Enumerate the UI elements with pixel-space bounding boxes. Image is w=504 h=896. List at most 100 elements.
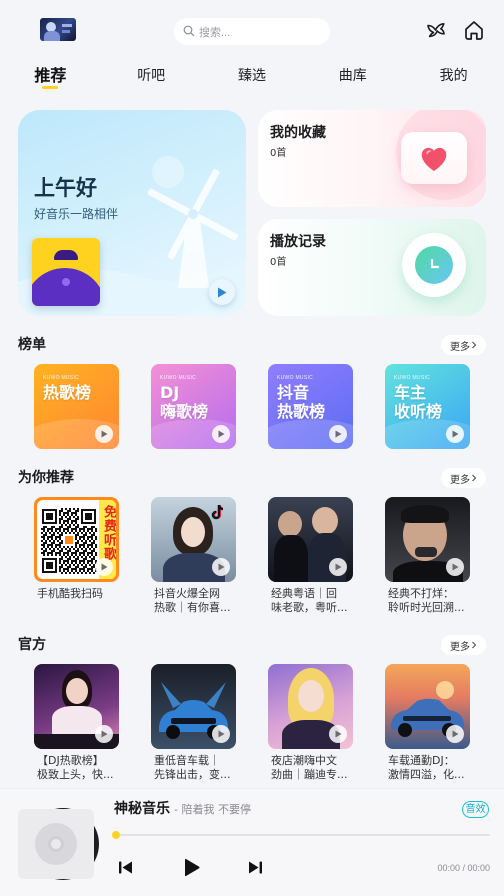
history-title: 播放记录 xyxy=(270,234,326,250)
play-icon[interactable] xyxy=(212,425,230,443)
play-icon[interactable] xyxy=(446,725,464,743)
chart-name: 热歌榜 xyxy=(43,383,92,402)
chart-card-hot[interactable]: KUWO MUSIC 热歌榜 xyxy=(34,364,119,449)
play-icon[interactable] xyxy=(329,558,347,576)
sound-effect-button[interactable]: 音效 xyxy=(462,801,489,818)
search-placeholder: 搜索... xyxy=(199,26,231,39)
playlist-cover[interactable] xyxy=(268,664,353,749)
previous-button[interactable] xyxy=(117,859,133,875)
next-icon xyxy=(248,861,262,873)
favorites-title: 我的收藏 xyxy=(270,125,326,141)
tab-label: 臻选 xyxy=(237,68,266,84)
mini-player: 神秘音乐 - 陪着我 不要停 音效 00:00 / 00:00 xyxy=(0,788,504,896)
history-card[interactable]: 播放记录 0首 xyxy=(258,219,486,316)
chart-name: 抖音 热歌榜 xyxy=(277,383,326,421)
playlist-caption[interactable]: 重低音车载｜ 先锋出击，变... xyxy=(154,754,248,782)
now-playing-cover[interactable] xyxy=(18,809,94,879)
play-icon[interactable] xyxy=(446,425,464,443)
playlist-caption[interactable]: 抖音火爆全网 热歌｜有你喜... xyxy=(154,587,248,615)
tab-bar: 推荐 听吧 臻选 曲库 我的 xyxy=(0,64,504,92)
section-title: 为你推荐 xyxy=(18,470,74,486)
tab-label: 听吧 xyxy=(137,68,166,84)
avatar[interactable] xyxy=(40,18,76,41)
now-playing-title[interactable]: 神秘音乐 - 陪着我 不要停 xyxy=(114,800,251,819)
play-icon[interactable] xyxy=(329,425,347,443)
chart-card-dj[interactable]: KUWO MUSIC DJ 嗨歌榜 xyxy=(151,364,236,449)
official-section-header: 官方 更多 xyxy=(18,635,486,655)
album-cover[interactable] xyxy=(32,238,100,306)
play-icon xyxy=(218,287,227,297)
tab-recommend[interactable]: 推荐 xyxy=(0,64,101,92)
more-label: 更多 xyxy=(450,641,470,653)
tab-mine[interactable]: 我的 xyxy=(403,64,504,92)
favorites-count: 0首 xyxy=(270,148,287,159)
brand-tag: KUWO MUSIC xyxy=(277,375,314,381)
play-icon[interactable] xyxy=(95,725,113,743)
chart-card-douyin[interactable]: KUWO MUSIC 抖音 热歌榜 xyxy=(268,364,353,449)
home-icon[interactable] xyxy=(462,18,486,42)
next-button[interactable] xyxy=(247,859,263,875)
progress-handle[interactable] xyxy=(112,831,120,839)
playlist-cover[interactable] xyxy=(385,497,470,582)
charts-section-header: 榜单 更多 xyxy=(18,335,486,355)
bird-icon[interactable] xyxy=(425,19,449,43)
qr-code-icon xyxy=(41,508,97,574)
greeting-title: 上午好 xyxy=(34,176,97,200)
playlist-cover[interactable] xyxy=(34,664,119,749)
greeting-subtitle: 好音乐一路相伴 xyxy=(34,207,119,221)
play-icon[interactable] xyxy=(95,425,113,443)
playback-time: 00:00 / 00:00 xyxy=(437,863,490,873)
section-title: 榜单 xyxy=(18,337,46,353)
play-icon[interactable] xyxy=(212,558,230,576)
more-label: 更多 xyxy=(450,341,470,353)
play-icon[interactable] xyxy=(212,725,230,743)
chevron-right-icon xyxy=(472,641,477,649)
tab-indicator xyxy=(42,86,58,89)
play-icon[interactable] xyxy=(329,725,347,743)
playlist-caption[interactable]: 手机酷我扫码 xyxy=(37,587,131,601)
tiktok-icon xyxy=(211,504,224,520)
play-button[interactable] xyxy=(209,279,235,305)
playlist-caption[interactable]: 车载通勤DJ： 激情四溢，化... xyxy=(388,754,482,782)
recommend-more-button[interactable]: 更多 xyxy=(441,468,486,488)
playlist-caption[interactable]: 夜店潮嗨中文 劲曲｜蹦迪专... xyxy=(271,754,365,782)
tab-listen[interactable]: 听吧 xyxy=(101,64,202,92)
search-icon xyxy=(183,22,195,41)
official-more-button[interactable]: 更多 xyxy=(441,635,486,655)
play-icon[interactable] xyxy=(95,558,113,576)
qr-code-card[interactable]: 免费听歌 xyxy=(34,497,119,582)
brand-tag: KUWO MUSIC xyxy=(160,375,197,381)
tab-label: 推荐 xyxy=(34,66,67,85)
playlist-caption[interactable]: 经典粤语｜回 味老歌，粤听... xyxy=(271,587,365,615)
playlist-cover[interactable] xyxy=(151,497,236,582)
playlist-cover[interactable] xyxy=(385,664,470,749)
playlist-caption[interactable]: 【DJ热歌榜】 极致上头，快... xyxy=(37,754,131,782)
favorites-card[interactable]: 我的收藏 0首 xyxy=(258,110,486,207)
progress-bar[interactable] xyxy=(116,834,490,836)
brand-tag: KUWO MUSIC xyxy=(394,375,431,381)
greeting-card[interactable]: 上午好 好音乐一路相伴 xyxy=(18,110,246,316)
search-input[interactable]: 搜索... xyxy=(174,18,330,45)
chevron-right-icon xyxy=(472,474,477,482)
heart-icon xyxy=(401,132,467,184)
tab-label: 我的 xyxy=(439,68,468,84)
playlist-cover[interactable] xyxy=(151,664,236,749)
recommend-section-header: 为你推荐 更多 xyxy=(18,468,486,488)
playlist-caption[interactable]: 经典不打烊： 聆听时光回溯... xyxy=(388,587,482,615)
history-count: 0首 xyxy=(270,257,287,268)
play-button[interactable] xyxy=(181,857,201,877)
tab-library[interactable]: 曲库 xyxy=(302,64,403,92)
free-listen-badge: 免费听歌 xyxy=(101,505,116,561)
chart-name: DJ 嗨歌榜 xyxy=(160,383,209,421)
tab-select[interactable]: 臻选 xyxy=(202,64,303,92)
more-label: 更多 xyxy=(450,474,470,486)
chart-name: 车主 收听榜 xyxy=(394,383,443,421)
previous-icon xyxy=(118,861,132,873)
chart-card-driver[interactable]: KUWO MUSIC 车主 收听榜 xyxy=(385,364,470,449)
playlist-cover[interactable] xyxy=(268,497,353,582)
song-title: 神秘音乐 xyxy=(114,801,170,817)
section-title: 官方 xyxy=(18,637,46,653)
charts-more-button[interactable]: 更多 xyxy=(441,335,486,355)
play-icon[interactable] xyxy=(446,558,464,576)
clock-icon xyxy=(402,233,466,297)
